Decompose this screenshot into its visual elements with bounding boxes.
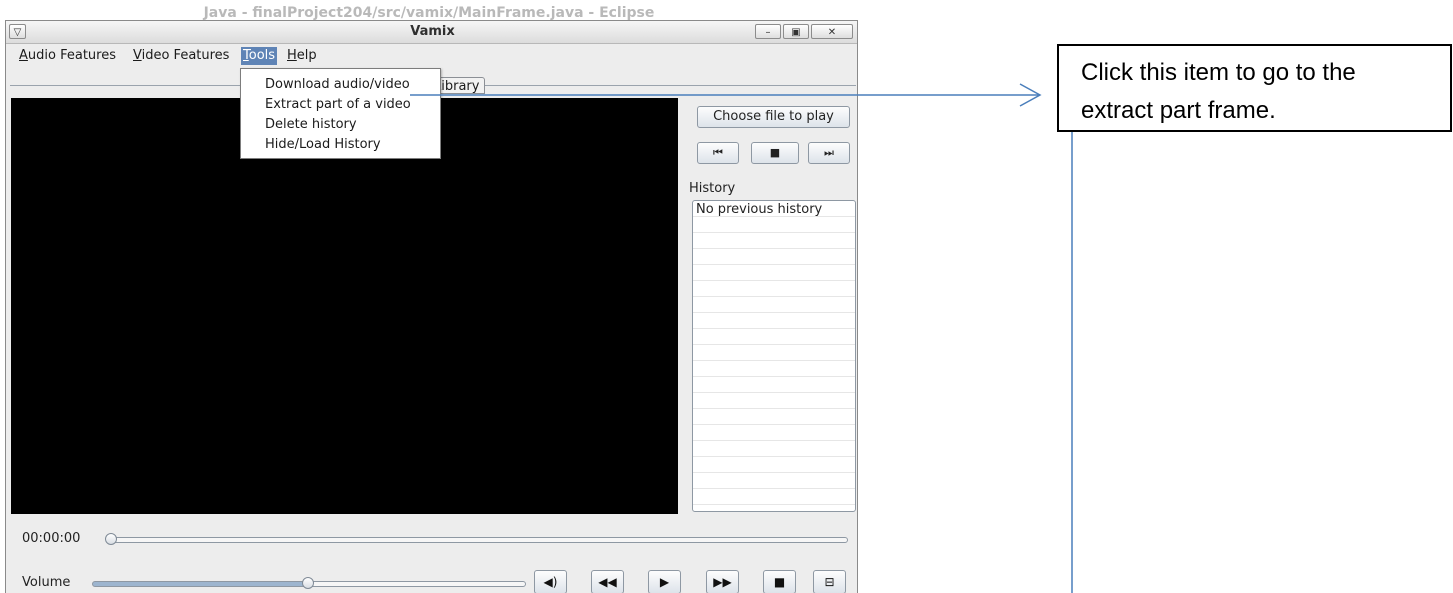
- callout-text: Click this item to go to the extract par…: [1081, 59, 1356, 124]
- annotation-callout: Click this item to go to the extract par…: [1057, 44, 1452, 132]
